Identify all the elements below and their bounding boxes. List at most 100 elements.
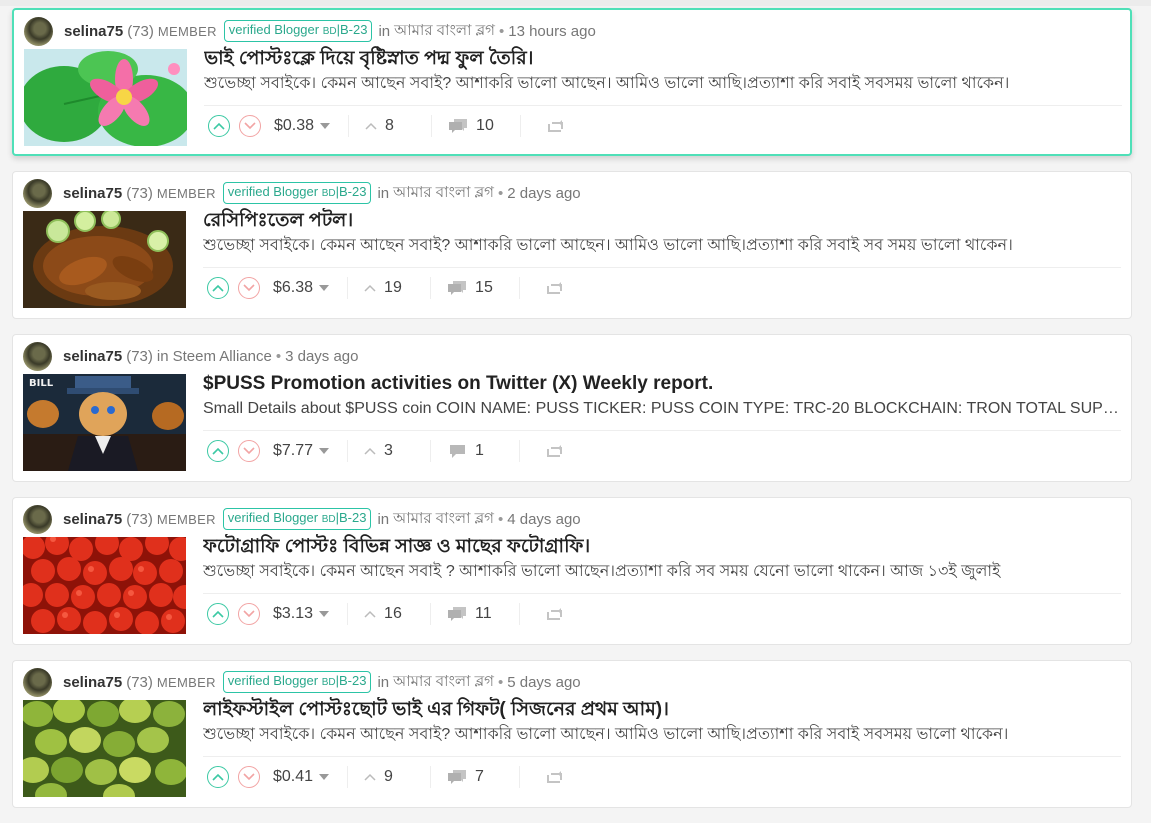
downvote-button[interactable] (238, 277, 260, 299)
author-reputation: (73) (126, 184, 153, 202)
reblog-icon[interactable] (546, 281, 564, 295)
upvote-button[interactable] (207, 440, 229, 462)
post-excerpt[interactable]: শুভেচ্ছা সবাইকে। কেমন আছেন সবাই? আশাকরি … (203, 724, 1121, 746)
voters-count[interactable]: 19 (364, 279, 404, 297)
post-card[interactable]: selina75 (73) MEMBER verified Blogger BD… (12, 497, 1132, 645)
avatar[interactable] (24, 16, 53, 46)
page-top-divider (0, 0, 1151, 6)
post-card[interactable]: selina75 (73) MEMBER verified Blogger BD… (12, 8, 1132, 156)
post-thumbnail[interactable]: BILL (23, 374, 186, 471)
chevron-up-icon (364, 610, 376, 618)
reblog-icon[interactable] (547, 119, 565, 133)
votes-value: 19 (384, 279, 402, 296)
post-meta: selina75 (73) MEMBER verified Blogger BD… (24, 16, 596, 46)
comments-link[interactable]: 1 (447, 442, 497, 460)
post-card[interactable]: selina75 (73) in Steem Alliance • 3 days… (12, 334, 1132, 482)
payout-dropdown[interactable]: $7.77 (273, 442, 330, 460)
chevron-up-icon (364, 447, 376, 455)
community-link[interactable]: Steem Alliance (173, 348, 272, 365)
comments-icon (448, 607, 467, 621)
reblog-icon[interactable] (546, 444, 564, 458)
comments-value: 7 (475, 768, 484, 785)
comments-link[interactable]: 11 (447, 605, 497, 623)
post-excerpt[interactable]: শুভেচ্ছা সবাইকে। কেমন আছেন সবাই? আশাকরি … (204, 73, 1122, 95)
voters-count[interactable]: 9 (364, 768, 404, 786)
author-link[interactable]: selina75 (64, 23, 123, 40)
votes-value: 8 (385, 117, 394, 134)
payout-dropdown[interactable]: $6.38 (273, 279, 330, 297)
badge-small-text: BD (321, 677, 336, 688)
downvote-button[interactable] (239, 115, 261, 137)
post-card[interactable]: selina75 (73) MEMBER verified Blogger BD… (12, 171, 1132, 319)
post-excerpt[interactable]: শুভেচ্ছা সবাইকে। কেমন আছেন সবাই ? আশাকরি… (203, 561, 1121, 583)
post-title[interactable]: ভাই পোস্টঃক্লে দিয়ে বৃষ্টিস্নাত পদ্ম ফু… (204, 46, 1124, 72)
reblog-icon[interactable] (546, 770, 564, 784)
comments-link[interactable]: 7 (447, 768, 497, 786)
post-time[interactable]: 5 days ago (507, 674, 580, 691)
post-thumbnail[interactable] (24, 49, 187, 146)
post-thumbnail[interactable] (23, 700, 186, 797)
in-label: in (377, 673, 390, 691)
comments-link[interactable]: 15 (447, 279, 497, 297)
post-time[interactable]: 2 days ago (507, 185, 580, 202)
chevron-up-icon (364, 773, 376, 781)
author-link[interactable]: selina75 (63, 185, 122, 202)
comments-link[interactable]: 10 (448, 117, 498, 135)
post-time[interactable]: 13 hours ago (508, 23, 596, 40)
voters-count[interactable]: 3 (364, 442, 404, 460)
upvote-button[interactable] (207, 277, 229, 299)
community-link[interactable]: আমার বাংলা ব্লগ (394, 19, 495, 44)
avatar[interactable] (23, 504, 52, 534)
payout-dropdown[interactable]: $0.38 (274, 117, 331, 135)
upvote-button[interactable] (207, 766, 229, 788)
chevron-up-icon (364, 284, 376, 292)
post-actions: $7.77 3 1 (207, 438, 564, 464)
downvote-button[interactable] (238, 440, 260, 462)
meta-separator: • (497, 673, 504, 691)
post-time[interactable]: 4 days ago (507, 511, 580, 528)
vertical-divider (430, 440, 432, 462)
post-thumbnail[interactable] (23, 211, 186, 308)
post-actions: $0.38 8 10 (208, 113, 565, 139)
author-role: MEMBER (157, 23, 217, 39)
avatar[interactable] (23, 178, 52, 208)
post-excerpt[interactable]: শুভেচ্ছা সবাইকে। কেমন আছেন সবাই? আশাকরি … (203, 235, 1121, 257)
voters-count[interactable]: 8 (365, 117, 405, 135)
author-link[interactable]: selina75 (63, 674, 122, 691)
badge-tail-text: |B-23 (335, 510, 367, 525)
thumb-text: BILL (29, 378, 54, 389)
community-link[interactable]: আমার বাংলা ব্লগ (393, 181, 494, 206)
payout-dropdown[interactable]: $3.13 (273, 605, 330, 623)
voters-count[interactable]: 16 (364, 605, 404, 623)
meta-separator: • (497, 184, 504, 202)
upvote-button[interactable] (207, 603, 229, 625)
meta-separator: • (498, 22, 505, 40)
post-excerpt[interactable]: Small Details about $PUSS coin COIN NAME… (203, 398, 1121, 420)
vertical-divider (519, 440, 521, 462)
avatar[interactable] (23, 667, 52, 697)
post-card[interactable]: selina75 (73) MEMBER verified Blogger BD… (12, 660, 1132, 808)
author-link[interactable]: selina75 (63, 348, 122, 365)
badge-text: verified Blogger (227, 510, 322, 525)
votes-value: 9 (384, 768, 393, 785)
post-title[interactable]: রেসিপিঃতেল পটল। (203, 208, 1123, 234)
reblog-icon[interactable] (546, 607, 564, 621)
post-time[interactable]: 3 days ago (285, 348, 358, 365)
chevron-down-icon (244, 122, 256, 130)
payout-dropdown[interactable]: $0.41 (273, 768, 330, 786)
comments-value: 11 (475, 605, 492, 622)
upvote-button[interactable] (208, 115, 230, 137)
caret-down-icon (319, 774, 330, 780)
author-link[interactable]: selina75 (63, 511, 122, 528)
post-title[interactable]: $PUSS Promotion activities on Twitter (X… (203, 371, 1123, 397)
community-link[interactable]: আমার বাংলা ব্লগ (393, 670, 494, 695)
community-link[interactable]: আমার বাংলা ব্লগ (393, 507, 494, 532)
post-title[interactable]: লাইফস্টাইল পোস্টঃছোট ভাই এর গিফট( সিজনের… (203, 697, 1123, 723)
badge-tail-text: |B-23 (335, 673, 367, 688)
avatar[interactable] (23, 341, 52, 371)
downvote-button[interactable] (238, 766, 260, 788)
downvote-button[interactable] (238, 603, 260, 625)
post-title[interactable]: ফটোগ্রাফি পোস্টঃ বিভিন্ন সাজ্ঞ ও মাছের ফ… (203, 534, 1123, 560)
post-thumbnail[interactable] (23, 537, 186, 634)
payout-value: $0.38 (274, 117, 315, 134)
